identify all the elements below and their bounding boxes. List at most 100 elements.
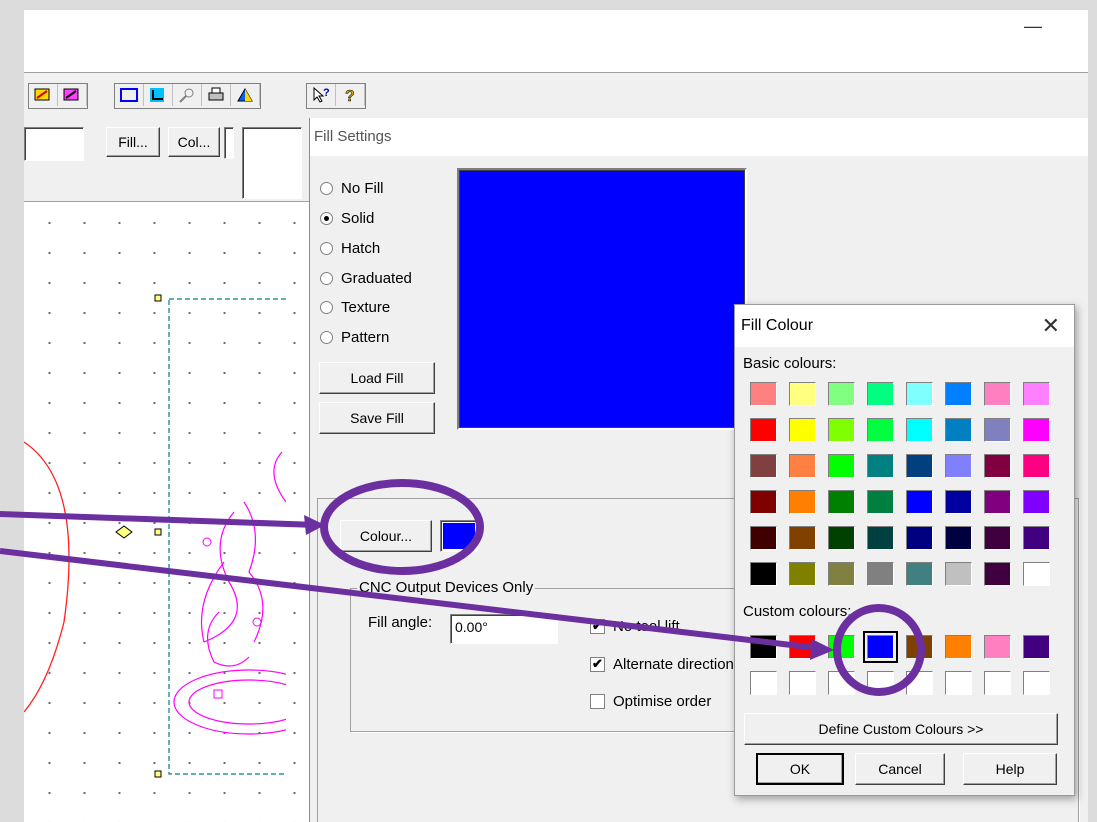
custom-colour-swatch[interactable] xyxy=(750,671,777,695)
basic-colour-swatch[interactable] xyxy=(906,562,933,586)
basic-colour-swatch[interactable] xyxy=(1023,382,1050,406)
custom-colour-swatch[interactable] xyxy=(863,631,898,663)
basic-colour-swatch[interactable] xyxy=(867,490,894,514)
radio-hatch[interactable]: Hatch xyxy=(320,240,380,257)
property-field[interactable] xyxy=(24,127,84,161)
basic-colour-swatch[interactable] xyxy=(984,562,1011,586)
basic-colour-swatch[interactable] xyxy=(945,490,972,514)
basic-colour-swatch[interactable] xyxy=(828,490,855,514)
fill-tool-2-icon[interactable] xyxy=(58,84,87,106)
custom-colour-swatch[interactable] xyxy=(945,635,972,659)
load-fill-button[interactable]: Load Fill xyxy=(319,362,435,394)
basic-colour-swatch[interactable] xyxy=(750,490,777,514)
custom-colour-swatch[interactable] xyxy=(984,671,1011,695)
basic-colour-swatch[interactable] xyxy=(750,418,777,442)
basic-colour-swatch[interactable] xyxy=(984,454,1011,478)
basic-colour-swatch[interactable] xyxy=(984,490,1011,514)
fill-tool-icon[interactable] xyxy=(29,84,58,106)
basic-colour-swatch[interactable] xyxy=(789,382,816,406)
basic-colour-swatch[interactable] xyxy=(1023,454,1050,478)
basic-colour-swatch[interactable] xyxy=(906,418,933,442)
help-icon[interactable]: ? xyxy=(336,84,365,106)
colour-button[interactable]: Colour... xyxy=(340,520,432,552)
basic-colour-swatch[interactable] xyxy=(984,418,1011,442)
radio-graduated[interactable]: Graduated xyxy=(320,270,412,287)
colour-swatch[interactable] xyxy=(440,520,478,552)
basic-colour-swatch[interactable] xyxy=(750,526,777,550)
basic-colour-swatch[interactable] xyxy=(984,526,1011,550)
custom-colour-swatch[interactable] xyxy=(984,635,1011,659)
whats-this-icon[interactable]: ? xyxy=(307,84,336,106)
basic-colour-swatch[interactable] xyxy=(789,418,816,442)
radio-solid[interactable]: Solid xyxy=(320,210,374,227)
basic-colour-swatch[interactable] xyxy=(867,454,894,478)
basic-colour-swatch[interactable] xyxy=(1023,418,1050,442)
no-tool-lift-checkbox[interactable]: ✔ No tool lift xyxy=(590,618,680,635)
radio-label: Pattern xyxy=(341,329,390,346)
basic-colour-swatch[interactable] xyxy=(1023,490,1050,514)
basic-colour-swatch[interactable] xyxy=(945,526,972,550)
custom-colour-swatch[interactable] xyxy=(789,671,816,695)
cancel-button[interactable]: Cancel xyxy=(855,753,945,785)
zoom-icon[interactable] xyxy=(173,84,202,106)
basic-colour-swatch[interactable] xyxy=(789,454,816,478)
basic-colour-swatch[interactable] xyxy=(828,562,855,586)
basic-colour-swatch[interactable] xyxy=(945,454,972,478)
radio-no-fill[interactable]: No Fill xyxy=(320,180,384,197)
radio-texture[interactable]: Texture xyxy=(320,299,390,316)
custom-colour-swatch[interactable] xyxy=(1023,635,1050,659)
basic-colour-swatch[interactable] xyxy=(789,526,816,550)
basic-colour-swatch[interactable] xyxy=(828,454,855,478)
radio-label: Hatch xyxy=(341,240,381,257)
basic-colour-swatch[interactable] xyxy=(945,418,972,442)
custom-colour-swatch[interactable] xyxy=(750,635,777,659)
minimize-button[interactable]: — xyxy=(1024,16,1042,37)
corner-icon[interactable] xyxy=(144,84,173,106)
basic-colour-swatch[interactable] xyxy=(828,418,855,442)
basic-colour-swatch[interactable] xyxy=(906,490,933,514)
basic-colour-swatch[interactable] xyxy=(828,382,855,406)
basic-colour-swatch[interactable] xyxy=(984,382,1011,406)
custom-colour-swatch[interactable] xyxy=(945,671,972,695)
define-custom-colours-button[interactable]: Define Custom Colours >> xyxy=(744,713,1058,745)
preview-field xyxy=(242,127,302,199)
alternate-direction-checkbox[interactable]: ✔ Alternate direction xyxy=(590,656,734,673)
basic-colour-swatch[interactable] xyxy=(789,490,816,514)
basic-colour-swatch[interactable] xyxy=(750,382,777,406)
basic-colour-swatch[interactable] xyxy=(867,418,894,442)
basic-colour-swatch[interactable] xyxy=(750,454,777,478)
basic-colour-swatch[interactable] xyxy=(1023,562,1050,586)
basic-colour-swatch[interactable] xyxy=(945,562,972,586)
basic-colour-swatch[interactable] xyxy=(867,382,894,406)
custom-colour-swatch[interactable] xyxy=(906,671,933,695)
fill-button[interactable]: Fill... xyxy=(106,127,160,157)
fill-angle-input[interactable]: 0.00° xyxy=(450,614,558,644)
basic-colour-swatch[interactable] xyxy=(906,382,933,406)
rectangle-icon[interactable] xyxy=(115,84,144,106)
custom-colour-swatch[interactable] xyxy=(867,671,894,695)
radio-pattern[interactable]: Pattern xyxy=(320,329,389,346)
basic-colour-swatch[interactable] xyxy=(945,382,972,406)
save-fill-button[interactable]: Save Fill xyxy=(319,402,435,434)
custom-colour-swatch[interactable] xyxy=(1023,671,1050,695)
basic-colour-swatch[interactable] xyxy=(906,526,933,550)
close-icon[interactable]: ✕ xyxy=(1042,305,1060,347)
basic-colour-swatch[interactable] xyxy=(789,562,816,586)
custom-colour-swatch[interactable] xyxy=(828,635,855,659)
custom-colour-swatch[interactable] xyxy=(828,671,855,695)
optimise-order-checkbox[interactable]: Optimise order xyxy=(590,693,711,710)
render-icon[interactable] xyxy=(231,84,260,106)
basic-colour-swatch[interactable] xyxy=(750,562,777,586)
basic-colour-swatch[interactable] xyxy=(867,562,894,586)
print-icon[interactable] xyxy=(202,84,231,106)
basic-colour-swatch[interactable] xyxy=(1023,526,1050,550)
basic-colour-swatch[interactable] xyxy=(906,454,933,478)
title-bar: — xyxy=(24,10,1088,72)
ok-button[interactable]: OK xyxy=(756,753,844,785)
basic-colour-swatch[interactable] xyxy=(867,526,894,550)
col-button[interactable]: Col... xyxy=(168,127,220,157)
basic-colour-swatch[interactable] xyxy=(828,526,855,550)
custom-colour-swatch[interactable] xyxy=(906,635,933,659)
help-button[interactable]: Help xyxy=(963,753,1057,785)
custom-colour-swatch[interactable] xyxy=(789,635,816,659)
